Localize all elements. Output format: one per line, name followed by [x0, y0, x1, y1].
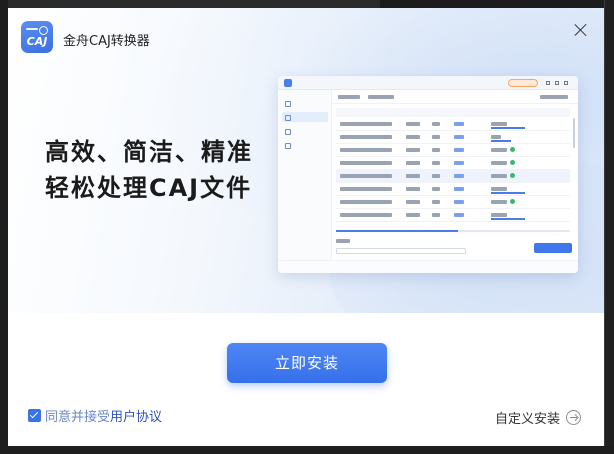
checkbox-checked-icon[interactable] [28, 408, 41, 422]
desktop-edge-top [380, 0, 614, 8]
desktop-edge-right [604, 0, 614, 454]
arrow-right-circle-icon [566, 410, 582, 425]
headline-line-1: 高效、简洁、精准 [45, 138, 253, 166]
window-title: 金舟CAJ转换器 [63, 34, 150, 49]
agreement-row: 同意并接受 用户协议 [28, 406, 162, 425]
desktop-edge-bottom [0, 446, 614, 454]
installer-window: CAJ 金舟CAJ转换器 高效、简洁、精准 轻松处理CAJ文件 立即安装 同意并… [8, 8, 604, 446]
custom-install-button[interactable]: 自定义安装 [495, 408, 582, 427]
user-agreement-link[interactable]: 用户协议 [110, 406, 162, 425]
headline-line-2: 轻松处理CAJ文件 [45, 174, 253, 202]
app-preview-image [278, 76, 578, 273]
title-bar[interactable]: CAJ 金舟CAJ转换器 [8, 8, 604, 53]
app-logo-icon: CAJ [21, 21, 53, 53]
custom-install-label: 自定义安装 [495, 412, 561, 427]
close-icon[interactable] [573, 22, 589, 38]
agreement-text: 同意并接受 [45, 409, 111, 425]
install-now-button[interactable]: 立即安装 [227, 343, 387, 383]
app-logo-text: CAJ [26, 35, 48, 48]
desktop-edge-left [0, 0, 8, 454]
